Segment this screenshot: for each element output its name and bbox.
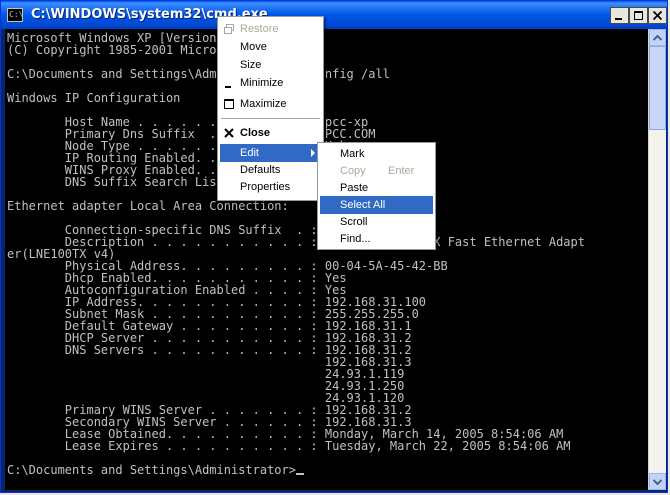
console-line: Windows IP Configuration	[7, 91, 181, 105]
console-app-icon[interactable]: C:\	[7, 8, 23, 22]
close-menu-icon	[224, 128, 234, 138]
menu-item-paste[interactable]: Paste	[320, 179, 433, 197]
minimize-menu-icon	[225, 86, 231, 88]
maximize-menu-icon	[224, 99, 234, 109]
title-bar[interactable]: C:\ C:\WINDOWS\system32\cmd.exe	[1, 1, 667, 29]
menu-label-defaults: Defaults	[240, 164, 281, 176]
menu-item-maximize[interactable]: Maximize	[220, 95, 321, 113]
scroll-up-icon	[653, 34, 662, 41]
menu-item-restore[interactable]: Restore	[220, 20, 321, 38]
menu-label-mark: Mark	[340, 148, 365, 160]
menu-label-edit: Edit	[240, 147, 259, 159]
edit-submenu: Mark Copy Enter Paste Select All Scroll …	[317, 142, 436, 250]
menu-label-paste: Paste	[340, 182, 369, 194]
menu-label-restore: Restore	[240, 23, 279, 35]
close-button[interactable]	[648, 7, 667, 24]
menu-item-edit[interactable]: Edit	[220, 144, 321, 162]
menu-item-defaults[interactable]: Defaults	[220, 161, 321, 179]
menu-label-size: Size	[240, 59, 262, 71]
menu-item-properties[interactable]: Properties	[220, 178, 321, 196]
menu-item-find[interactable]: Find...	[320, 230, 433, 248]
menu-item-scroll[interactable]: Scroll	[320, 213, 433, 231]
menu-label-minimize: Minimize	[240, 77, 284, 89]
maximize-button[interactable]	[629, 7, 648, 24]
console-line: C:\Documents and Settings\Administrator>	[7, 463, 296, 477]
minimize-icon	[615, 18, 622, 20]
console-line: Ethernet adapter Local Area Connection:	[7, 199, 289, 213]
close-icon	[652, 10, 663, 21]
menu-label-maximize: Maximize	[240, 98, 287, 110]
menu-label-properties: Properties	[240, 181, 291, 193]
menu-item-copy[interactable]: Copy Enter	[320, 162, 433, 180]
menu-item-size[interactable]: Size	[220, 56, 321, 74]
minimize-button[interactable]	[610, 7, 629, 24]
vertical-scrollbar[interactable]	[648, 29, 666, 490]
menu-label-move: Move	[240, 41, 267, 53]
maximize-icon	[634, 11, 643, 20]
menu-separator	[221, 118, 320, 119]
scroll-up-button[interactable]	[649, 29, 666, 46]
menu-item-mark[interactable]: Mark	[320, 145, 433, 163]
scroll-down-button[interactable]	[649, 473, 666, 490]
console-text: Microsoft Windows XP [Version 5.1.2600] …	[5, 29, 648, 476]
console-output-area[interactable]: Microsoft Windows XP [Version 5.1.2600] …	[5, 29, 648, 490]
menu-label-select-all: Select All	[340, 199, 386, 211]
console-line: Lease Expires . . . . . . . . . . : Tues…	[7, 439, 571, 453]
menu-shortcut-copy: Enter	[388, 165, 415, 177]
menu-label-scroll: Scroll	[340, 216, 368, 228]
system-menu: Restore Move Size Minimize Maximize Clos…	[217, 16, 324, 201]
menu-item-minimize[interactable]: Minimize	[220, 74, 321, 92]
menu-item-select-all[interactable]: Select All	[320, 196, 433, 214]
scroll-down-icon	[653, 478, 662, 485]
menu-label-close: Close	[240, 127, 270, 139]
menu-item-move[interactable]: Move	[220, 38, 321, 56]
menu-label-find: Find...	[340, 233, 371, 245]
menu-item-close[interactable]: Close	[220, 124, 321, 142]
console-line: C:\Documents and Settings\Administrator>…	[7, 67, 390, 81]
scroll-thumb[interactable]	[649, 46, 666, 130]
restore-icon	[224, 24, 234, 34]
text-cursor	[295, 473, 304, 475]
menu-label-copy: Copy	[340, 165, 366, 177]
submenu-arrow-icon	[311, 149, 315, 157]
